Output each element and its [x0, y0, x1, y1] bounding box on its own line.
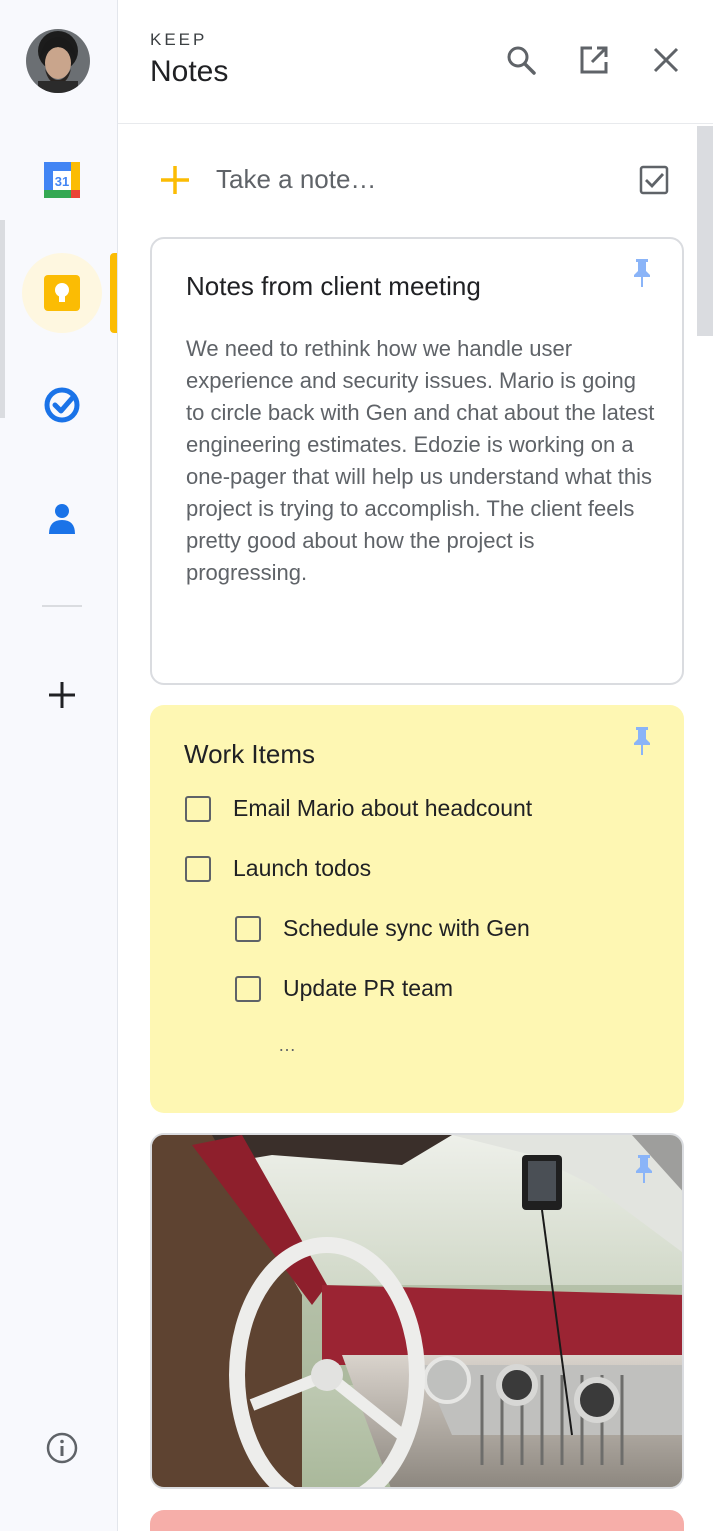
checklist-item-text: Email Mario about headcount	[233, 795, 533, 821]
app-kicker: KEEP	[150, 30, 208, 49]
search-icon	[507, 46, 536, 75]
car-interior-image	[152, 1135, 682, 1487]
note-card-work-items[interactable]: Work Items Email Mario about headcount L…	[150, 705, 684, 1113]
take-note-bar[interactable]: Take a note…	[150, 150, 680, 210]
keep-bulb-icon	[44, 275, 80, 311]
checklist-subitem[interactable]: Update PR team	[235, 975, 453, 1002]
panel-header: KEEP Notes	[118, 0, 713, 124]
more-items-indicator: …	[278, 1035, 296, 1055]
checklist-item-text: Launch todos	[233, 855, 372, 881]
note-body: We need to rethink how we handle user ex…	[186, 336, 655, 585]
checkbox[interactable]	[235, 975, 261, 1002]
checklist-item[interactable]: Email Mario about headcount	[185, 795, 532, 822]
checklist-item-text: Update PR team	[283, 975, 454, 1001]
info-button[interactable]	[22, 1408, 102, 1488]
open-in-new-icon	[580, 46, 608, 74]
note-title: Work Items	[184, 739, 315, 769]
note-title: Notes from client meeting	[186, 271, 481, 301]
checkbox[interactable]	[185, 795, 211, 822]
search-button[interactable]	[501, 40, 541, 80]
left-rail: 31	[0, 0, 118, 1531]
calendar-icon: 31	[44, 162, 80, 198]
page-title: Notes	[150, 55, 229, 88]
checkbox[interactable]	[185, 855, 211, 882]
pin-icon[interactable]	[632, 1153, 656, 1185]
info-icon	[46, 1432, 78, 1464]
new-list-checkbox-icon[interactable]	[638, 164, 670, 196]
open-in-new-tab-button[interactable]	[574, 40, 614, 80]
checklist-item-text: Schedule sync with Gen	[283, 915, 530, 941]
plus-icon	[49, 682, 75, 708]
keep-app-button[interactable]	[22, 253, 102, 333]
take-note-placeholder[interactable]: Take a note…	[216, 164, 376, 195]
close-icon	[653, 47, 679, 73]
note-card-partial[interactable]	[150, 1510, 684, 1531]
calendar-icon-date: 31	[55, 174, 69, 189]
checklist-item[interactable]: Launch todos	[185, 855, 371, 882]
checklist-subitem[interactable]: Schedule sync with Gen	[235, 915, 530, 942]
tasks-check-icon	[44, 387, 80, 423]
contacts-person-icon	[49, 504, 75, 534]
avatar[interactable]	[26, 29, 90, 93]
rail-divider	[42, 605, 82, 607]
checkbox[interactable]	[235, 915, 261, 942]
calendar-app-button[interactable]: 31	[22, 140, 102, 220]
note-card-client-meeting[interactable]: Notes from client meeting We need to ret…	[150, 237, 684, 685]
rail-border	[117, 0, 118, 1531]
add-note-plus-icon	[161, 166, 189, 194]
scrollbar-thumb[interactable]	[697, 126, 713, 336]
rail-edge-shadow	[0, 220, 5, 418]
note-card-image[interactable]	[150, 1133, 684, 1489]
pin-icon[interactable]	[630, 725, 654, 757]
add-app-button[interactable]	[22, 655, 102, 735]
close-panel-button[interactable]	[646, 40, 686, 80]
contacts-app-button[interactable]	[22, 478, 102, 558]
tasks-app-button[interactable]	[22, 365, 102, 445]
pin-icon[interactable]	[630, 257, 654, 289]
